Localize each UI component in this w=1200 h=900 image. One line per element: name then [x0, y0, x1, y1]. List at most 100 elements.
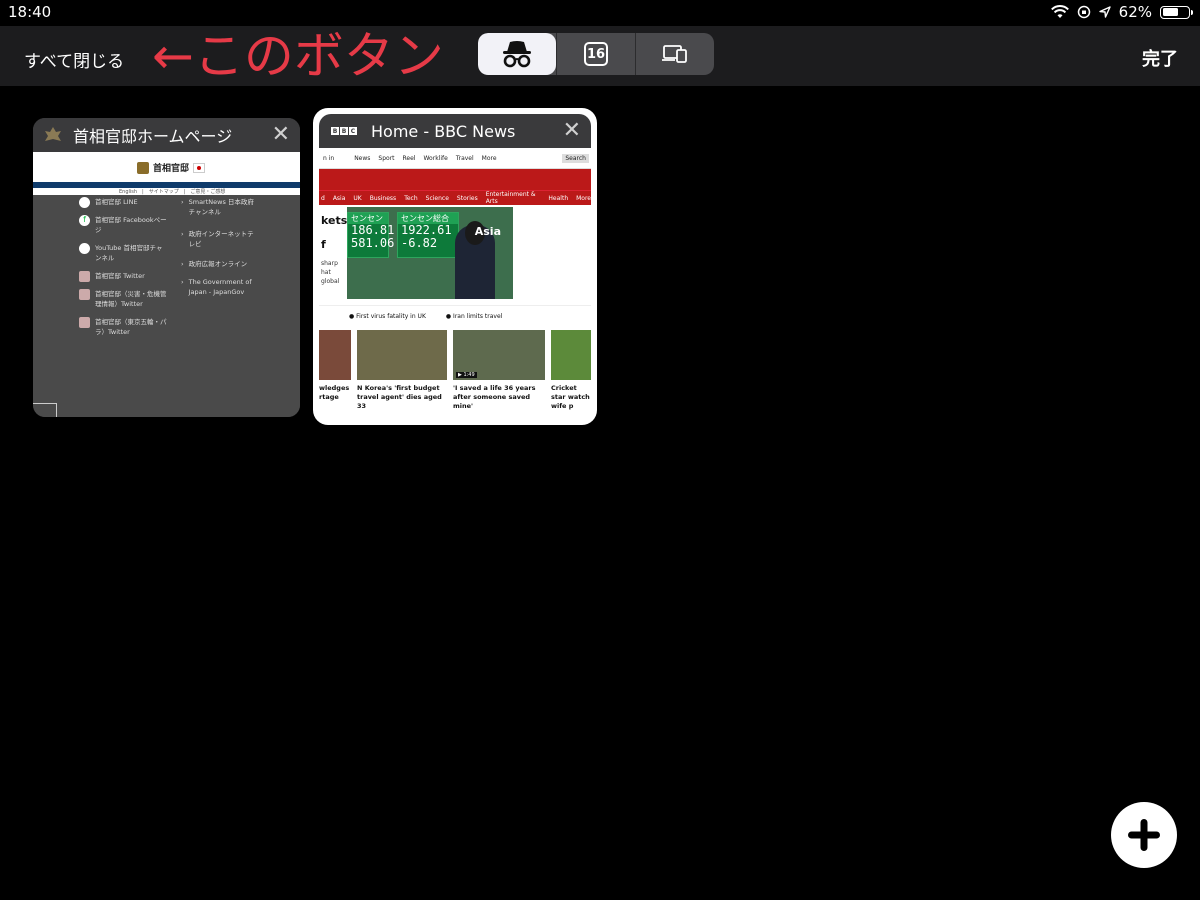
japan-flag-icon: [193, 162, 206, 173]
location-icon: [1098, 6, 1111, 18]
youtube-icon: [79, 243, 90, 254]
bbc-nav-item: Reel: [402, 154, 416, 162]
hero-text-line: sharp: [321, 260, 338, 267]
preview-link: SmartNews 日本政府チャンネル: [188, 198, 254, 216]
bbc-section: Business: [369, 194, 397, 202]
bbc-link: ● First virus fatality in UK: [349, 312, 426, 320]
preview-logo-text: 首相官邸: [153, 164, 190, 174]
story-caption: 'I saved a life 36 years after someone s…: [453, 384, 536, 410]
bbc-search: Search: [562, 153, 589, 163]
story-thumb: [357, 330, 447, 380]
preview-link: 首相官邸 LINE: [95, 198, 138, 206]
orientation-lock-icon: [1077, 5, 1090, 19]
twitter-avatar-icon: [79, 271, 90, 282]
story-thumb: [551, 330, 591, 380]
kantei-logo-icon: [137, 161, 149, 174]
board-number: 581.06: [351, 236, 395, 250]
hero-headline-fragment: kets f: [321, 209, 347, 257]
page-preview-body: 首相官邸 LINE f 首相官邸 Facebookページ YouTube 首相官邸…: [33, 195, 300, 417]
regular-tabs-segment[interactable]: 16: [556, 33, 635, 75]
incognito-tabs-segment[interactable]: [478, 33, 556, 75]
tab-card-header: BBC Home - BBC News ✕: [319, 114, 591, 148]
status-icons: 62%: [1050, 3, 1193, 21]
stock-board-left: センセン 186.81 581.06: [347, 212, 395, 258]
bbc-link-text: First virus fatality in UK: [356, 312, 426, 320]
tab-card-kantei[interactable]: 首相官邸ホームページ ✕ 首相官邸 English | サイトマップ | ご意見…: [33, 118, 300, 417]
bbc-nav: n in News Sport Reel Worklife Travel Mor…: [319, 148, 591, 169]
hero-tag: Asia: [474, 225, 501, 238]
tab-switcher-toolbar: すべて閉じる ←このボタン 16 完了: [0, 26, 1200, 86]
status-bar: 18:40 62%: [0, 0, 1200, 26]
bbc-section: Science: [425, 194, 449, 202]
bbc-section: Entertainment & Arts: [485, 191, 536, 205]
bbc-section: UK: [353, 194, 362, 202]
close-tab-icon[interactable]: ✕: [272, 122, 290, 147]
story-caption: wledges rtage: [319, 384, 350, 401]
bbc-section: Health: [548, 194, 569, 202]
preview-box: [33, 403, 57, 417]
other-devices-segment[interactable]: [635, 33, 714, 75]
tab-count-badge: 16: [584, 42, 608, 66]
tab-title: 首相官邸ホームページ: [73, 127, 233, 146]
bbc-link-text: Iran limits travel: [453, 312, 503, 320]
bbc-nav-item: Travel: [455, 154, 474, 162]
bbc-favicon-icon: BBC: [331, 127, 357, 135]
kantei-favicon-icon: [45, 127, 61, 141]
hero-text-line: hat: [321, 269, 331, 276]
close-all-button[interactable]: すべて閉じる: [24, 47, 124, 72]
bbc-sections: d Asia UK Business Tech Science Stories …: [319, 190, 591, 205]
incognito-icon: [503, 41, 531, 68]
line-icon: [79, 197, 90, 208]
hero-image: センセン 186.81 581.06 センセン総合 1922.61 -6.82 …: [347, 207, 513, 299]
bbc-nav-item: Worklife: [423, 154, 448, 162]
tab-title: Home - BBC News: [371, 121, 516, 141]
bbc-section: Stories: [456, 194, 478, 202]
story-thumb: [319, 330, 351, 380]
facebook-icon: f: [79, 215, 90, 226]
tab-card-bbc[interactable]: BBC Home - BBC News ✕ n in News Sport Re…: [319, 114, 591, 419]
story-thumb: ▶ 1:49: [453, 330, 545, 380]
close-tab-icon[interactable]: ✕: [563, 118, 581, 143]
battery-fill: [1162, 8, 1178, 16]
video-duration: ▶ 1:49: [456, 372, 477, 378]
hero-text-line: kets: [321, 214, 348, 227]
status-time: 18:40: [8, 3, 52, 21]
plus-icon: [1128, 819, 1160, 851]
preview-link: 首相官邸 Facebookページ: [95, 216, 167, 234]
bbc-hero: kets f sharp hat global センセン 186.81 581.…: [319, 205, 591, 305]
battery-percent: 62%: [1118, 3, 1152, 21]
preview-link: The Government of Japan - JapanGov: [188, 278, 252, 296]
twitter-avatar-icon: [79, 317, 90, 328]
hero-summary: sharp hat global: [321, 259, 339, 286]
bbc-section: More: [576, 194, 591, 202]
tab-card-header: 首相官邸ホームページ ✕: [33, 118, 300, 152]
bbc-nav-item: n in: [323, 154, 335, 162]
bbc-section: d: [321, 194, 325, 202]
bbc-red-banner: d Asia UK Business Tech Science Stories …: [319, 169, 591, 205]
page-preview-header: 首相官邸: [33, 152, 300, 182]
preview-nav-links: English | サイトマップ | ご意見・ご感想: [33, 188, 300, 195]
bbc-section: Tech: [404, 194, 418, 202]
preview-link: 首相官邸（災害・危機管理情報）Twitter: [95, 290, 167, 308]
bbc-section: Asia: [332, 194, 346, 202]
bbc-link: ● Iran limits travel: [445, 312, 503, 320]
hero-text-line: global: [321, 278, 340, 285]
bbc-nav-item: News: [354, 154, 371, 162]
stock-board-right: センセン総合 1922.61 -6.82: [397, 212, 459, 258]
annotation-arrow-text: ←このボタン: [152, 27, 444, 85]
twitter-avatar-icon: [79, 289, 90, 300]
wifi-icon: [1050, 5, 1069, 18]
new-tab-button[interactable]: [1111, 802, 1177, 868]
preview-link: 政府広報オンライン: [188, 260, 248, 268]
tab-mode-segmented-control: 16: [478, 33, 714, 75]
selected-tab-outline: BBC Home - BBC News ✕ n in News Sport Re…: [313, 108, 597, 425]
preview-link: YouTube 首相官邸チャンネル: [95, 244, 163, 262]
board-number: -6.82: [401, 236, 438, 250]
preview-link: 首相官邸 Twitter: [95, 272, 145, 280]
bbc-nav-item: Sport: [378, 154, 395, 162]
hero-text-line: f: [321, 238, 326, 251]
done-button[interactable]: 完了: [1142, 45, 1178, 71]
devices-icon: [662, 45, 687, 63]
story-caption: Cricket star watch wife p: [551, 384, 590, 410]
bbc-live-links: ● First virus fatality in UK ● Iran limi…: [319, 305, 591, 326]
